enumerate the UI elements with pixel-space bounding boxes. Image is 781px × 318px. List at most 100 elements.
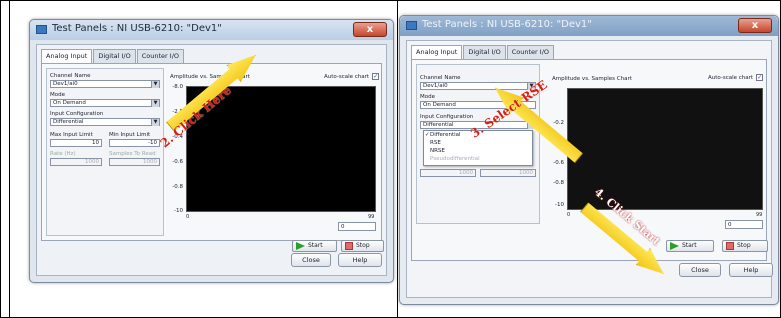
right-settings-box: Channel Name Dev1/ai0 ▼ Mode On Demand I…	[416, 64, 540, 224]
input-config-select[interactable]: Differential ▼	[50, 118, 160, 126]
samples-field: 1000	[480, 169, 536, 177]
channel-name-label: Channel Name	[420, 75, 461, 81]
mode-value: On Demand	[53, 100, 86, 106]
x-tick-start: 0	[567, 212, 571, 218]
chevron-down-icon: ▼	[151, 119, 159, 126]
chart-title: Amplitude vs. Samples Chart	[552, 76, 632, 82]
start-button[interactable]: Start	[292, 240, 337, 252]
left-window-title: Test Panels : NI USB-6210: "Dev1"	[52, 23, 222, 34]
window-close-button[interactable]: x	[353, 22, 387, 37]
y-tick: -0.8	[553, 180, 564, 186]
window-close-button[interactable]: x	[738, 18, 772, 33]
close-button[interactable]: Close	[291, 253, 331, 267]
option-label: Differential	[430, 132, 461, 138]
mode-select[interactable]: On Demand ▼	[50, 99, 160, 107]
input-config-label: Input Configuration	[50, 111, 104, 117]
min-input-label: Min Input Limit	[109, 132, 151, 138]
rate-label: Rate (Hz)	[50, 151, 76, 157]
app-icon	[36, 25, 47, 34]
option-nrse[interactable]: NRSE	[424, 147, 532, 155]
app-icon	[406, 21, 417, 30]
tab-counter-io[interactable]: Counter I/O	[136, 49, 184, 63]
tab-counter-io[interactable]: Counter I/O	[506, 45, 554, 59]
y-tick: -10	[555, 202, 564, 208]
start-button[interactable]: Start	[666, 240, 714, 252]
autoscale-label: Auto-scale chart	[708, 75, 754, 81]
y-tick: -10	[174, 208, 183, 214]
samples-label: Samples To Read	[109, 151, 156, 157]
option-rse[interactable]: RSE	[424, 139, 532, 147]
play-icon	[670, 241, 679, 250]
max-input-label: Max Input Limit	[50, 132, 93, 138]
x-value-field[interactable]: 0	[338, 222, 376, 231]
stop-label: Stop	[737, 242, 751, 249]
option-pseudodifferential: Pseudodifferential	[424, 155, 532, 163]
tab-analog-input[interactable]: Analog Input	[411, 45, 463, 59]
input-config-label: Input Configuration	[420, 114, 474, 120]
autoscale-label: Auto-scale chart	[324, 74, 370, 80]
checkbox-checked-icon: ✓	[756, 74, 764, 81]
autoscale-toggle[interactable]: Auto-scale chart ✓	[324, 73, 380, 80]
x-tick-end: 99	[368, 214, 375, 220]
right-window-title: Test Panels : NI USB-6210: "Dev1"	[422, 19, 592, 30]
start-label: Start	[682, 242, 697, 249]
channel-name-select[interactable]: Dev1/ai0 ▼	[50, 80, 160, 88]
left-tab-strip: Analog Input Digital I/O Counter I/O	[41, 49, 185, 63]
right-titlebar: Test Panels : NI USB-6210: "Dev1" x	[400, 16, 778, 36]
channel-name-value: Dev1/ai0	[423, 83, 448, 89]
right-panel: Analog Input Digital I/O Counter I/O Cha…	[406, 40, 773, 298]
start-label: Start	[308, 242, 323, 249]
channel-name-label: Channel Name	[50, 73, 91, 79]
page-margin-rule	[9, 1, 10, 317]
chevron-down-icon: ▼	[151, 81, 159, 88]
y-tick: -0.8	[172, 184, 183, 190]
channel-name-select[interactable]: Dev1/ai0 ▼	[420, 82, 536, 90]
samples-field: 1000	[109, 158, 160, 166]
autoscale-toggle[interactable]: Auto-scale chart ✓	[708, 74, 764, 81]
y-tick: -0.6	[172, 159, 183, 165]
option-label: RSE	[430, 140, 441, 146]
stop-icon	[726, 241, 734, 250]
right-tab-strip: Analog Input Digital I/O Counter I/O	[411, 45, 555, 59]
input-config-value: Differential	[53, 119, 84, 125]
stop-label: Stop	[356, 242, 370, 249]
option-label: NRSE	[430, 148, 445, 154]
left-test-panels-window: Test Panels : NI USB-6210: "Dev1" x Anal…	[29, 19, 394, 283]
input-config-value: Differential	[423, 122, 454, 128]
x-tick-start: 0	[186, 214, 190, 220]
x-tick-end: 99	[756, 212, 763, 218]
right-tab-body: Channel Name Dev1/ai0 ▼ Mode On Demand I…	[411, 59, 768, 261]
right-test-panels-window: Test Panels : NI USB-6210: "Dev1" x Anal…	[399, 15, 779, 305]
max-input-field[interactable]: 10	[50, 139, 102, 147]
min-input-field[interactable]: -10	[109, 139, 160, 147]
mode-value: On Demand	[423, 102, 456, 108]
stop-button[interactable]: Stop	[722, 240, 768, 252]
option-label: Pseudodifferential	[430, 156, 480, 162]
tab-digital-io[interactable]: Digital I/O	[463, 45, 506, 59]
chevron-down-icon: ▼	[151, 100, 159, 107]
help-button[interactable]: Help	[729, 263, 773, 277]
left-settings-box: Channel Name Dev1/ai0 ▼ Mode On Demand ▼…	[46, 68, 164, 236]
panel-divider	[397, 1, 398, 317]
close-button[interactable]: Close	[679, 263, 721, 277]
x-value-field[interactable]: 0	[725, 220, 763, 229]
y-tick: -0.2	[553, 120, 564, 126]
checkbox-checked-icon: ✓	[372, 73, 380, 80]
tab-analog-input[interactable]: Analog Input	[41, 49, 93, 63]
help-button[interactable]: Help	[338, 253, 382, 267]
rate-field: 1000	[420, 169, 476, 177]
checkmark-icon: ✓	[425, 132, 430, 138]
figure-page: Test Panels : NI USB-6210: "Dev1" x Anal…	[0, 0, 781, 318]
play-icon	[296, 241, 305, 250]
stop-icon	[345, 241, 353, 250]
tab-digital-io[interactable]: Digital I/O	[93, 49, 136, 63]
mode-label: Mode	[420, 94, 435, 100]
stop-button[interactable]: Stop	[341, 240, 384, 252]
rate-field: 1000	[50, 158, 102, 166]
left-titlebar: Test Panels : NI USB-6210: "Dev1" x	[30, 20, 393, 40]
mode-label: Mode	[50, 92, 65, 98]
y-tick: -8.0	[172, 84, 183, 90]
y-tick: -0.6	[553, 160, 564, 166]
channel-name-value: Dev1/ai0	[53, 81, 78, 87]
left-panel: Analog Input Digital I/O Counter I/O Cha…	[36, 44, 387, 276]
